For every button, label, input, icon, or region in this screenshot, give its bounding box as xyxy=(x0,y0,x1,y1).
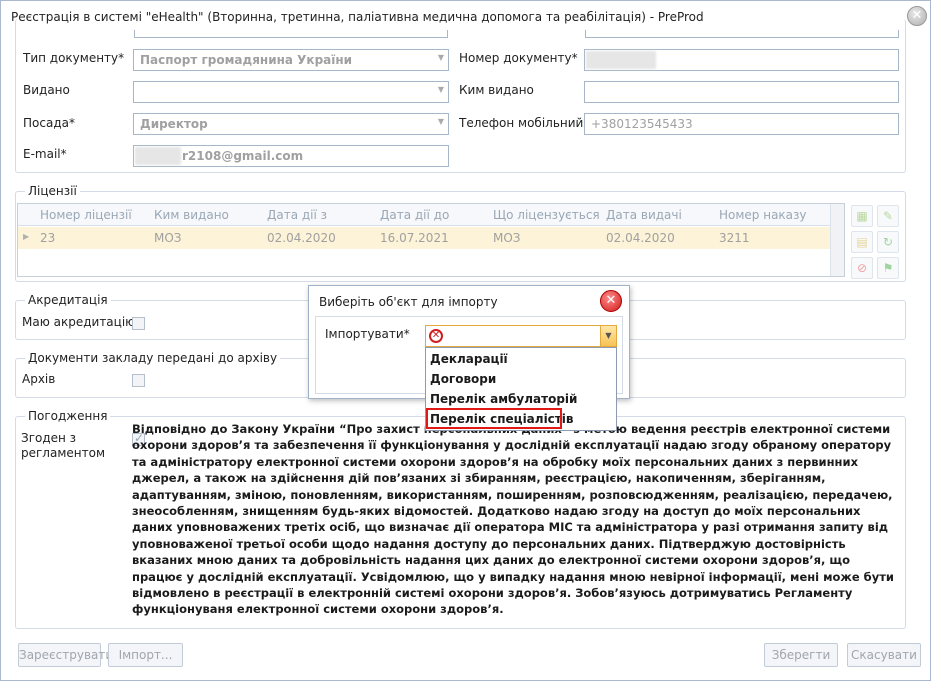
archive-legend: Документи закладу передані до архіву xyxy=(25,351,281,365)
import-field-label: Імпортувати* xyxy=(325,327,410,341)
tools-icon[interactable]: ✎ xyxy=(877,205,899,227)
import-button[interactable]: Імпорт... xyxy=(108,643,183,667)
option-ambulatories[interactable]: Перелік амбулаторій xyxy=(430,392,577,406)
cell-number: 23 xyxy=(40,231,56,245)
doc-type-select[interactable]: Паспорт громадянина України ▼ xyxy=(133,49,449,71)
chevron-down-icon: ▼ xyxy=(437,117,444,126)
add-record-icon[interactable]: ▦ xyxy=(851,205,873,227)
issued-date-select[interactable]: ▼ xyxy=(133,81,449,103)
position-select[interactable]: Директор ▼ xyxy=(133,113,449,135)
consent-legend: Погодження xyxy=(25,409,111,423)
highlight-box xyxy=(426,408,562,429)
archive-label: Архів xyxy=(22,372,56,386)
cell-order-number: 3211 xyxy=(719,231,750,245)
cancel-button[interactable]: Скасувати xyxy=(847,643,921,667)
cell-licensed: МОЗ xyxy=(493,231,521,245)
licenses-grid[interactable]: Номер ліцензії Ким видано Дата дії з Дат… xyxy=(17,203,845,277)
issued-by-input[interactable] xyxy=(584,81,899,103)
cell-date-to: 16.07.2021 xyxy=(380,231,449,245)
column-header[interactable]: Дата дії до xyxy=(380,208,449,222)
field-fragment xyxy=(134,30,448,38)
error-icon: ✕ xyxy=(429,329,443,343)
window-close-icon[interactable]: ✕ xyxy=(907,6,927,26)
registration-window: Реєстрація в системі "eHealth" (Вторинна… xyxy=(0,0,931,681)
cell-issued-by: МОЗ xyxy=(154,231,182,245)
option-contracts[interactable]: Договори xyxy=(430,372,496,386)
doc-number-label: Номер документу* xyxy=(459,51,578,65)
option-declarations[interactable]: Декларації xyxy=(430,352,508,366)
consent-text: Відповідно до Закону України “Про захист… xyxy=(132,422,894,617)
phone-label: Телефон мобільний* xyxy=(459,116,590,130)
chevron-down-icon: ▼ xyxy=(437,53,444,62)
refresh-icon[interactable]: ↻ xyxy=(877,231,899,253)
column-header[interactable]: Дата видачі xyxy=(606,208,682,222)
doc-type-value: Паспорт громадянина України xyxy=(140,53,353,67)
import-object-select[interactable]: ✕ ▼ xyxy=(425,325,617,347)
register-button[interactable]: Зареєструвати xyxy=(18,643,113,667)
phone-input[interactable]: +380123545433 xyxy=(584,113,899,135)
column-header[interactable]: Дата дії з xyxy=(267,208,327,222)
licenses-legend: Ліцензії xyxy=(25,184,80,198)
issued-label: Видано xyxy=(23,83,70,97)
accreditation-legend: Акредитація xyxy=(25,293,111,307)
grid-scrollbar[interactable] xyxy=(830,204,844,276)
phone-value: +380123545433 xyxy=(591,117,693,131)
table-row[interactable]: ▶ 23 МОЗ 02.04.2020 16.07.2021 МОЗ 02.04… xyxy=(18,227,844,249)
dialog-close-icon[interactable]: ✕ xyxy=(600,290,622,312)
redacted-blur xyxy=(586,51,656,69)
row-indicator-icon: ▶ xyxy=(23,232,30,241)
dialog-title: Виберіть об'єкт для імпорту xyxy=(319,295,498,309)
issued-by-label: Ким видано xyxy=(459,83,534,97)
flag-icon[interactable]: ⚑ xyxy=(877,257,899,279)
field-fragment xyxy=(585,30,899,38)
archive-checkbox[interactable] xyxy=(132,374,145,387)
redacted-blur xyxy=(135,147,181,165)
accreditation-checkbox[interactable] xyxy=(132,317,145,330)
save-button[interactable]: Зберегти xyxy=(764,643,838,667)
column-header[interactable]: Номер ліцензії xyxy=(40,208,132,222)
delete-record-icon[interactable]: ⊘ xyxy=(851,257,873,279)
column-header[interactable]: Ким видано xyxy=(154,208,229,222)
column-header[interactable]: Номер наказу xyxy=(719,208,807,222)
cell-date-from: 02.04.2020 xyxy=(267,231,336,245)
chevron-down-icon[interactable]: ▼ xyxy=(600,326,616,346)
column-header[interactable]: Що ліцензується xyxy=(493,208,600,222)
grid-header: Номер ліцензії Ким видано Дата дії з Дат… xyxy=(18,204,844,226)
chevron-down-icon: ▼ xyxy=(437,85,444,94)
doc-type-label: Тип документу* xyxy=(23,51,125,65)
edit-record-icon[interactable]: ▤ xyxy=(851,231,873,253)
position-value: Директор xyxy=(140,117,208,131)
email-label: E-mail* xyxy=(23,147,67,161)
cell-issue-date: 02.04.2020 xyxy=(606,231,675,245)
consent-label: Згоден з регламентом xyxy=(21,431,105,460)
accreditation-label: Маю акредитацію xyxy=(22,315,136,329)
email-value: r2108@gmail.com xyxy=(182,149,304,163)
position-label: Посада* xyxy=(23,116,75,130)
